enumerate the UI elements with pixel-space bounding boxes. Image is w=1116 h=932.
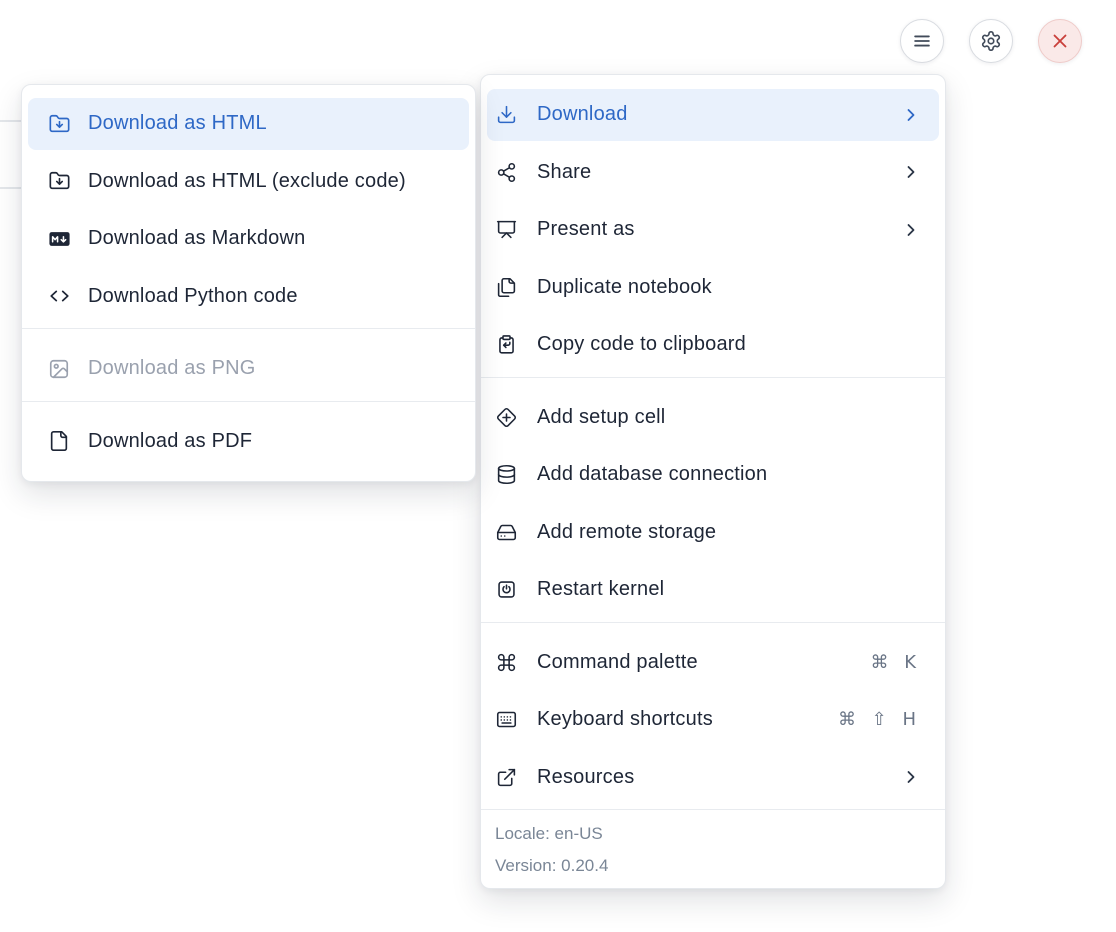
download-icon	[496, 104, 517, 125]
version-info: Version: 0.20.4	[495, 850, 939, 882]
background-rule-line	[0, 120, 21, 122]
menu-item-add-remote-storage[interactable]: Add remote storage	[487, 507, 939, 559]
hard-drive-icon	[496, 522, 517, 543]
download-submenu: Download as HTML Download as HTML (exclu…	[21, 84, 476, 482]
keyboard-icon	[496, 709, 517, 730]
menu-item-label: Copy code to clipboard	[537, 333, 921, 356]
code-icon	[48, 285, 71, 307]
menu-item-command-palette[interactable]: Command palette ⌘ K	[487, 637, 939, 689]
menu-item-label: Duplicate notebook	[537, 276, 921, 299]
menu-item-label: Present as	[537, 218, 901, 241]
folder-down-icon	[48, 170, 71, 192]
menu-item-label: Command palette	[537, 651, 870, 674]
menu-item-keyboard-shortcuts[interactable]: Keyboard shortcuts ⌘ ⇧ H	[487, 694, 939, 746]
menu-item-share[interactable]: Share	[487, 147, 939, 199]
menu-button[interactable]	[900, 19, 944, 63]
menu-divider	[22, 401, 475, 402]
duplicate-icon	[496, 277, 517, 298]
chevron-right-icon	[901, 767, 921, 787]
chevron-right-icon	[901, 162, 921, 182]
menu-item-label: Add database connection	[537, 463, 921, 486]
menu-item-resources[interactable]: Resources	[487, 752, 939, 804]
menu-item-label: Download	[537, 103, 901, 126]
locale-info: Locale: en-US	[495, 818, 939, 850]
menu-item-restart-kernel[interactable]: Restart kernel	[487, 564, 939, 616]
menu-item-label: Restart kernel	[537, 578, 921, 601]
diamond-plus-icon	[496, 407, 517, 428]
menu-item-label: Download as HTML (exclude code)	[88, 170, 453, 193]
menu-item-label: Download as HTML	[88, 112, 453, 135]
menu-item-add-setup-cell[interactable]: Add setup cell	[487, 392, 939, 444]
menu-item-download-as-html-exclude-code[interactable]: Download as HTML (exclude code)	[28, 156, 469, 208]
menu-item-label: Download as PNG	[88, 357, 453, 380]
menu-item-label: Keyboard shortcuts	[537, 708, 838, 731]
menu-divider	[481, 622, 945, 623]
hamburger-icon	[911, 30, 933, 52]
clipboard-copy-icon	[496, 334, 517, 355]
window-controls	[900, 19, 1082, 63]
external-link-icon	[496, 767, 517, 788]
menu-item-download-as-pdf[interactable]: Download as PDF	[28, 416, 469, 468]
menu-footer: Locale: en-US Version: 0.20.4	[487, 810, 939, 884]
menu-divider	[22, 328, 475, 329]
share-icon	[496, 162, 517, 183]
menu-item-download-python-code[interactable]: Download Python code	[28, 271, 469, 323]
notebook-menu: Download Share Present as Duplicate note…	[480, 74, 946, 889]
close-icon	[1049, 30, 1071, 52]
folder-down-icon	[48, 113, 71, 135]
close-button[interactable]	[1038, 19, 1082, 63]
gear-icon	[980, 30, 1002, 52]
menu-divider	[481, 377, 945, 378]
background-rule-line	[0, 187, 21, 189]
menu-item-copy-code[interactable]: Copy code to clipboard	[487, 319, 939, 371]
menu-item-label: Download as PDF	[88, 430, 453, 453]
menu-item-label: Download as Markdown	[88, 227, 453, 250]
image-icon	[48, 358, 71, 380]
present-icon	[496, 219, 517, 240]
shortcut-hint: ⌘ ⇧ H	[838, 709, 921, 730]
chevron-right-icon	[901, 220, 921, 240]
menu-item-download-as-markdown[interactable]: Download as Markdown	[28, 213, 469, 265]
database-icon	[496, 464, 517, 485]
markdown-icon	[48, 228, 71, 250]
chevron-right-icon	[901, 105, 921, 125]
shortcut-hint: ⌘ K	[870, 652, 921, 673]
menu-item-download[interactable]: Download	[487, 89, 939, 141]
menu-item-label: Share	[537, 161, 901, 184]
menu-item-download-as-png: Download as PNG	[28, 343, 469, 395]
file-icon	[48, 430, 71, 452]
menu-item-add-database-connection[interactable]: Add database connection	[487, 449, 939, 501]
menu-item-label: Resources	[537, 766, 901, 789]
menu-item-label: Download Python code	[88, 285, 453, 308]
menu-item-duplicate-notebook[interactable]: Duplicate notebook	[487, 262, 939, 314]
power-icon	[496, 579, 517, 600]
menu-item-present-as[interactable]: Present as	[487, 204, 939, 256]
menu-item-label: Add remote storage	[537, 521, 921, 544]
menu-item-label: Add setup cell	[537, 406, 921, 429]
command-icon	[496, 652, 517, 673]
settings-button[interactable]	[969, 19, 1013, 63]
menu-item-download-as-html[interactable]: Download as HTML	[28, 98, 469, 150]
